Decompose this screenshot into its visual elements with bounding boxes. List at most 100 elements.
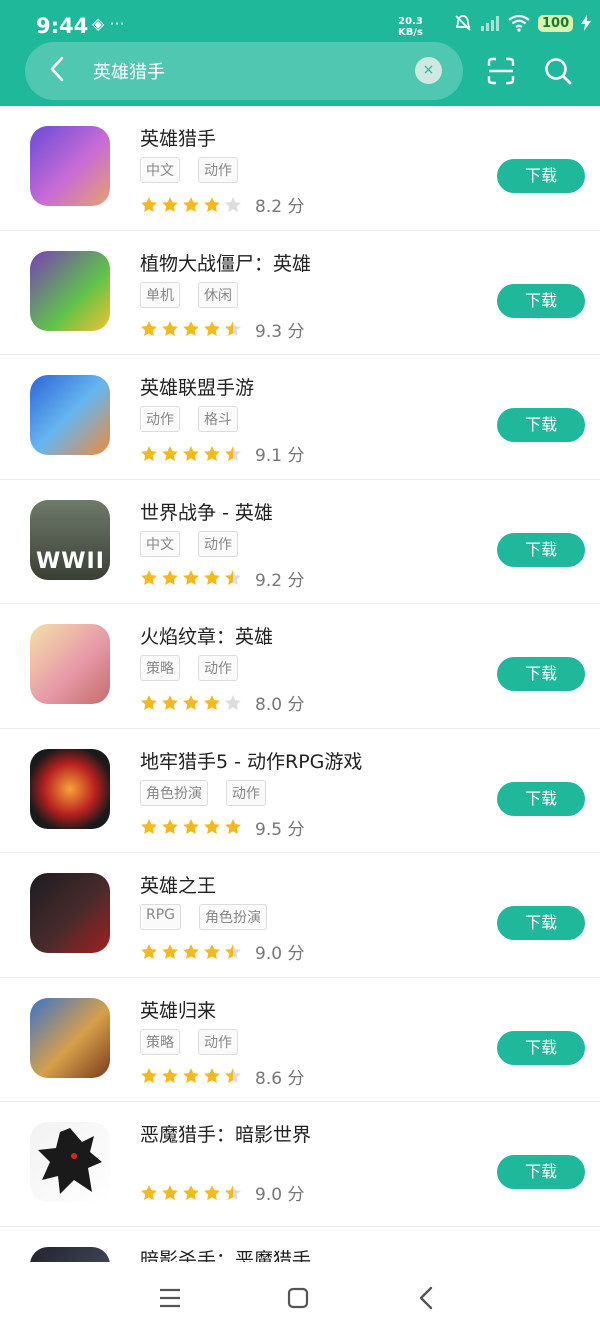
star-icon bbox=[225, 570, 241, 585]
result-item[interactable]: 火焰纹章：英雄 策略 动作 8.0 分 下载 bbox=[0, 604, 600, 729]
app-title[interactable]: 英雄联盟手游 bbox=[140, 373, 254, 400]
download-button[interactable]: 下载 bbox=[497, 159, 585, 193]
search-box[interactable] bbox=[25, 42, 463, 100]
tag-badge: 动作 bbox=[226, 779, 266, 806]
rating: 9.0 分 bbox=[140, 939, 304, 964]
star-icon bbox=[183, 445, 199, 461]
star-icon bbox=[204, 196, 220, 212]
system-navigation-bar bbox=[0, 1262, 600, 1333]
app-title[interactable]: 暗影杀手：恶魔猎手 bbox=[140, 1245, 311, 1263]
rating: 8.6 分 bbox=[140, 1064, 304, 1089]
back-icon[interactable] bbox=[417, 1286, 435, 1310]
result-item[interactable]: 英雄之王 RPG 角色扮演 9.0 分 下载 bbox=[0, 853, 600, 978]
star-icon bbox=[204, 943, 220, 959]
star-icon bbox=[225, 321, 241, 336]
result-item[interactable]: 植物大战僵尸：英雄 单机 休闲 9.3 分 下载 bbox=[0, 231, 600, 355]
app-tags: 中文 动作 bbox=[140, 157, 238, 183]
status-notification-icons: ◈ ··· bbox=[92, 14, 125, 33]
menu-icon[interactable] bbox=[158, 1287, 182, 1309]
download-button[interactable]: 下载 bbox=[497, 781, 585, 816]
result-item[interactable]: 恶魔猎手：暗影世界 9.0 分 下载 bbox=[0, 1102, 600, 1227]
back-arrow-icon[interactable] bbox=[46, 55, 70, 83]
star-icon bbox=[162, 1184, 178, 1200]
download-button[interactable]: 下载 bbox=[497, 408, 585, 442]
rating: 9.3 分 bbox=[140, 317, 304, 342]
lol-mobile-app-icon[interactable] bbox=[30, 375, 110, 455]
tag-badge: 动作 bbox=[140, 406, 180, 432]
status-right-icons: 100 bbox=[454, 14, 592, 32]
star-icon bbox=[204, 570, 220, 585]
fire-emblem-app-icon[interactable] bbox=[30, 624, 110, 704]
app-title[interactable]: 英雄之王 bbox=[140, 871, 216, 898]
tag-badge: 角色扮演 bbox=[140, 779, 208, 806]
king-of-heroes-app-icon[interactable] bbox=[30, 873, 110, 953]
tag-badge: 角色扮演 bbox=[199, 904, 268, 930]
app-title[interactable]: 英雄猎手 bbox=[140, 124, 216, 151]
charging-icon bbox=[581, 15, 592, 31]
search-input[interactable]: 英雄猎手 bbox=[93, 58, 165, 84]
star-icon bbox=[204, 694, 220, 710]
tag-badge: 单机 bbox=[140, 281, 180, 308]
signal-icon bbox=[481, 16, 499, 31]
app-tags: 中文 动作 bbox=[140, 530, 238, 557]
clear-search-button[interactable]: × bbox=[415, 57, 442, 84]
app-tags: RPG 角色扮演 bbox=[140, 904, 268, 930]
star-icon bbox=[162, 819, 178, 834]
search-results-list: 英雄猎手 中文 动作 8.2 分下载 植物大战僵尸：英雄 单机 休闲 9.3 分下载 英雄联盟手… bbox=[0, 106, 600, 1262]
result-item[interactable]: 英雄猎手 中文 动作 8.2 分 下载 bbox=[0, 106, 600, 231]
tag-badge: 中文 bbox=[140, 530, 180, 557]
star-icon bbox=[183, 819, 199, 834]
tag-badge: 策略 bbox=[140, 1028, 180, 1055]
rating-score: 8.0 分 bbox=[255, 695, 305, 715]
star-icon bbox=[204, 1068, 220, 1083]
rating-score: 9.3 分 bbox=[255, 321, 305, 342]
download-button[interactable]: 下载 bbox=[497, 283, 585, 318]
app-tags: 角色扮演 动作 bbox=[140, 779, 266, 806]
hero-hunter-app-icon[interactable] bbox=[30, 126, 110, 206]
star-icon bbox=[141, 1068, 157, 1083]
app-tags: 策略 动作 bbox=[140, 1028, 238, 1055]
download-button[interactable]: 下载 bbox=[497, 532, 585, 567]
star-icon bbox=[225, 445, 241, 461]
search-icon[interactable] bbox=[543, 56, 573, 86]
star-icon bbox=[225, 1184, 241, 1200]
star-icon bbox=[204, 819, 220, 834]
download-button[interactable]: 下载 bbox=[497, 906, 585, 940]
dungeon-hunter-app-icon[interactable] bbox=[30, 748, 110, 829]
result-item[interactable]: 英雄联盟手游 动作 格斗 9.1 分 下载 bbox=[0, 355, 600, 480]
app-title[interactable]: 世界战争 - 英雄 bbox=[140, 498, 273, 525]
wwii-heroes-app-icon[interactable]: WWII bbox=[30, 499, 110, 580]
app-title[interactable]: 火焰纹章：英雄 bbox=[140, 622, 273, 649]
home-icon[interactable] bbox=[287, 1287, 309, 1309]
star-icon bbox=[183, 321, 199, 336]
rating-score: 8.6 分 bbox=[255, 1068, 305, 1089]
result-item[interactable]: WWII 世界战争 - 英雄 中文 动作 9.2 分 下载 bbox=[0, 480, 600, 604]
search-row: 英雄猎手 × bbox=[0, 40, 600, 102]
result-item[interactable]: 暗影杀手：恶魔猎手下载 bbox=[0, 1227, 600, 1263]
app-title[interactable]: 地牢猎手5 - 动作RPG游戏 bbox=[140, 747, 362, 774]
star-icon bbox=[183, 1068, 199, 1083]
pvz-heroes-app-icon[interactable] bbox=[30, 250, 110, 331]
app-title[interactable]: 植物大战僵尸：英雄 bbox=[140, 249, 311, 276]
app-title[interactable]: 英雄归来 bbox=[140, 996, 216, 1023]
download-button[interactable]: 下载 bbox=[497, 1155, 585, 1189]
result-item[interactable]: 地牢猎手5 - 动作RPG游戏 角色扮演 动作 9.5 分 下载 bbox=[0, 729, 600, 853]
star-icon bbox=[141, 943, 157, 959]
download-button[interactable]: 下载 bbox=[497, 1030, 585, 1065]
hero-returns-app-icon[interactable] bbox=[30, 997, 110, 1078]
tag-badge: 休闲 bbox=[198, 281, 238, 308]
star-icon bbox=[204, 321, 220, 336]
shadow-slayer-app-icon[interactable] bbox=[30, 1246, 110, 1262]
star-icon bbox=[162, 321, 178, 336]
star-icon bbox=[162, 196, 178, 212]
tag-badge: 动作 bbox=[198, 655, 238, 681]
scan-icon[interactable] bbox=[486, 56, 516, 86]
result-item[interactable]: 英雄归来策略 动作 8.6 分 下载 bbox=[0, 978, 600, 1102]
demon-head-icon bbox=[38, 1128, 102, 1194]
star-icon bbox=[162, 570, 178, 585]
app-tags: 单机 休闲 bbox=[140, 281, 238, 308]
rating: 9.0 分 bbox=[140, 1180, 304, 1205]
app-title[interactable]: 恶魔猎手：暗影世界 bbox=[140, 1120, 311, 1147]
download-button[interactable]: 下载 bbox=[497, 657, 585, 691]
demon-hunter-app-icon[interactable] bbox=[30, 1122, 110, 1202]
